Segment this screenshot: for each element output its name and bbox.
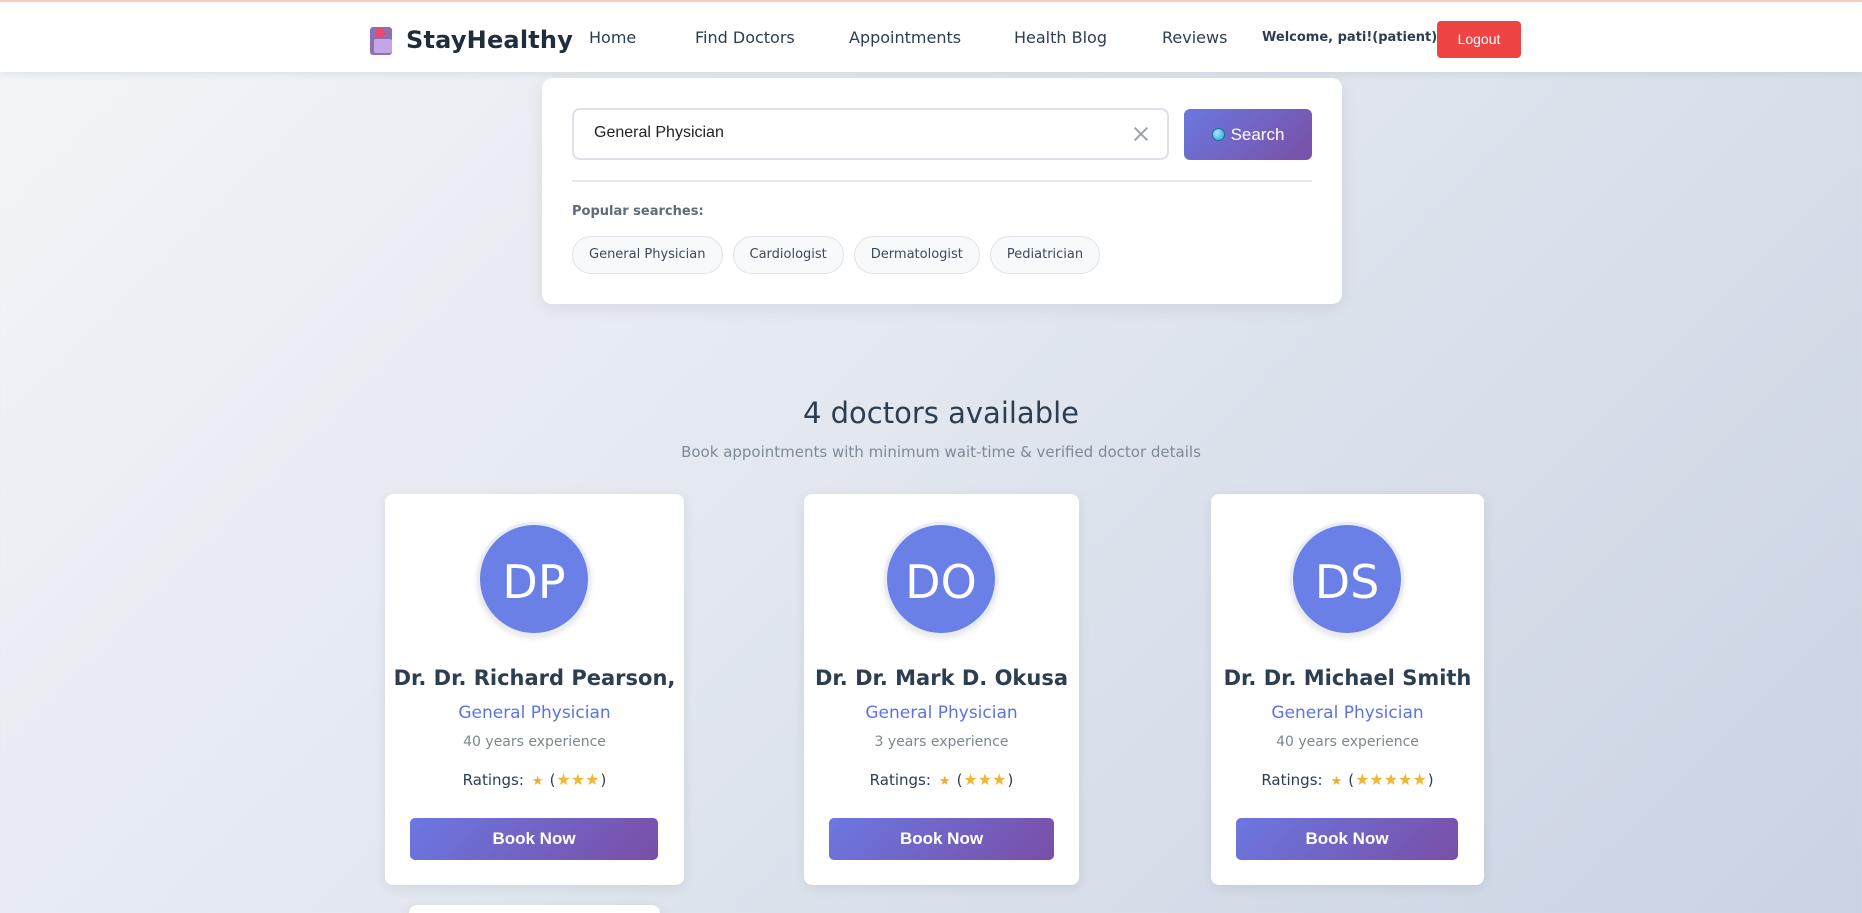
doctor-card: DP Dr. Dr. Richard Pearson, General Phys… [385,494,684,885]
search-button[interactable]: Search [1184,109,1312,160]
book-now-button[interactable]: Book Now [829,818,1054,860]
star-half-icon: ★ [938,774,951,789]
search-input[interactable]: General Physician [572,108,1169,160]
results-subtitle: Book appointments with minimum wait-time… [681,443,1201,461]
nav-link-health-blog[interactable]: Health Blog [1014,28,1107,47]
medical-book-icon [368,25,394,55]
nav-link-home[interactable]: Home [589,28,636,47]
rating-stars: ★★★ [556,770,600,789]
logout-button[interactable]: Logout [1437,21,1521,58]
ratings-label: Ratings: [869,771,931,789]
doctor-card-partial [409,905,660,913]
popular-searches-chips: General Physician Cardiologist Dermatolo… [572,236,1101,274]
doctor-specialty: General Physician [1271,703,1424,723]
doctor-experience: 3 years experience [874,734,1009,750]
avatar: DP [477,522,591,636]
star-half-icon: ★ [531,774,544,789]
doctor-card: DO Dr. Dr. Mark D. Okusa General Physici… [804,494,1079,885]
results-title: 4 doctors available [802,396,1080,430]
brand-name: StayHealthy [406,26,574,54]
doctor-name: Dr. Dr. Mark D. Okusa [814,666,1069,690]
avatar: DS [1290,522,1404,636]
star-half-icon: ★ [1330,774,1343,789]
search-icon [1211,128,1225,141]
doctor-specialty: General Physician [865,703,1018,723]
doctor-name: Dr. Dr. Richard Pearson, [393,666,676,690]
welcome-text: Welcome, pati!(patient) [1262,30,1438,45]
rating-row: Ratings: ★ (★★★) [462,770,607,789]
ratings-label: Ratings: [1261,771,1323,789]
brand[interactable]: StayHealthy [368,24,573,56]
nav-link-reviews[interactable]: Reviews [1162,28,1227,47]
doctor-experience: 40 years experience [463,734,606,750]
top-navbar: StayHealthy Home Find Doctors Appointmen… [0,0,1862,72]
ratings-label: Ratings: [462,771,524,789]
divider [572,180,1312,182]
search-input-value[interactable]: General Physician [594,124,724,142]
nav-link-appointments[interactable]: Appointments [849,28,961,47]
nav-link-find-doctors[interactable]: Find Doctors [695,28,795,47]
rating-stars: ★★★ [963,770,1007,789]
book-now-button[interactable]: Book Now [1236,818,1458,860]
chip-dermatologist[interactable]: Dermatologist [853,236,980,274]
chip-cardiologist[interactable]: Cardiologist [732,236,844,274]
rating-row: Ratings: ★ (★★★) [869,770,1014,789]
search-card: General Physician Search Popular searche… [542,78,1342,304]
rating-row: Ratings: ★ (★★★★★) [1261,770,1434,789]
popular-searches-label: Popular searches: [572,204,704,219]
chip-pediatrician[interactable]: Pediatrician [989,236,1101,274]
rating-stars: ★★★★★ [1355,770,1427,789]
doctor-specialty: General Physician [458,703,611,723]
book-now-button[interactable]: Book Now [410,818,658,860]
doctor-card: DS Dr. Dr. Michael Smith General Physici… [1211,494,1484,885]
doctor-experience: 40 years experience [1276,734,1419,750]
clear-icon[interactable] [1131,124,1151,144]
doctor-name: Dr. Dr. Michael Smith [1223,666,1472,690]
avatar: DO [884,522,998,636]
chip-general-physician[interactable]: General Physician [572,236,723,274]
search-button-label: Search [1230,124,1285,144]
